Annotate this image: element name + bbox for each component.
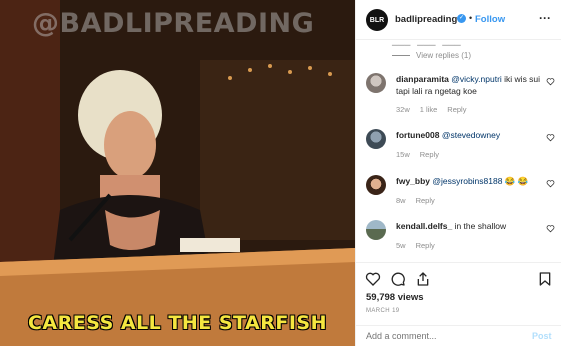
like-heart-icon[interactable] bbox=[546, 224, 555, 233]
comment-username[interactable]: kendall.delfs_ bbox=[396, 221, 452, 231]
commenter-avatar[interactable] bbox=[366, 129, 386, 149]
comment-mention[interactable]: @stevedowney bbox=[442, 130, 500, 140]
comment-mention[interactable]: @vicky.nputri bbox=[451, 74, 502, 84]
comment-body: 😂 😂 bbox=[502, 176, 529, 186]
post-date: MARCH 19 bbox=[366, 308, 400, 314]
comment-time: 5w bbox=[396, 241, 406, 250]
action-bar bbox=[356, 262, 561, 292]
comment-username[interactable]: fortune008 bbox=[396, 130, 439, 140]
comment-reply-button[interactable]: Reply bbox=[416, 241, 435, 250]
add-comment-input[interactable] bbox=[366, 331, 516, 341]
comment-time: 32w bbox=[396, 105, 410, 114]
comment-icon[interactable] bbox=[390, 271, 406, 287]
comment-time: 8w bbox=[396, 196, 406, 205]
comment-username[interactable]: fwy_bby bbox=[396, 176, 430, 186]
like-heart-icon[interactable] bbox=[546, 133, 555, 142]
commenter-avatar[interactable] bbox=[366, 175, 386, 195]
comment-username[interactable]: dianparamita bbox=[396, 74, 449, 84]
like-heart-icon[interactable] bbox=[546, 77, 555, 86]
separator-dot: • bbox=[469, 13, 473, 23]
more-options-icon[interactable]: ··· bbox=[539, 11, 551, 25]
watermark: @BADLIPREADING bbox=[32, 8, 315, 39]
video-caption: CARESS ALL THE STARFISH bbox=[27, 312, 327, 334]
comment-meta: 15w Reply bbox=[396, 150, 449, 159]
reply-line bbox=[392, 55, 410, 57]
video-player[interactable]: @BADLIPREADING CARESS ALL THE STARFISH bbox=[0, 0, 355, 346]
add-comment-bar: Post bbox=[356, 325, 561, 346]
bookmark-icon[interactable] bbox=[537, 271, 553, 287]
comment-meta: 32w 1 like Reply bbox=[396, 105, 476, 114]
post-button[interactable]: Post bbox=[532, 331, 552, 341]
view-replies-label: View replies (1) bbox=[416, 51, 471, 60]
comments-list[interactable]: ▁▁▁ ▁▁▁ ▁▁▁ View replies (1) dianparamit… bbox=[356, 40, 561, 258]
cut-off-meta: ▁▁▁ ▁▁▁ ▁▁▁ bbox=[392, 40, 461, 46]
commenter-avatar[interactable] bbox=[366, 220, 386, 240]
video-frame bbox=[0, 0, 355, 346]
comment-time: 15w bbox=[396, 150, 410, 159]
comment-mention[interactable]: @jessyrobins8188 bbox=[432, 176, 502, 186]
like-icon[interactable] bbox=[365, 271, 381, 287]
avatar[interactable]: BLR bbox=[366, 9, 388, 31]
verified-badge-icon: ✓ bbox=[457, 14, 466, 23]
view-count[interactable]: 59,798 views bbox=[366, 292, 424, 303]
like-heart-icon[interactable] bbox=[546, 179, 555, 188]
comment-likes[interactable]: 1 like bbox=[420, 105, 438, 114]
comment-text: dianparamita @vicky.nputri iki wis sui t… bbox=[396, 73, 541, 97]
commenter-avatar[interactable] bbox=[366, 73, 386, 93]
comment-reply-button[interactable]: Reply bbox=[420, 150, 439, 159]
share-icon[interactable] bbox=[415, 271, 431, 287]
comment-reply-button[interactable]: Reply bbox=[416, 196, 435, 205]
comment-meta: 5w Reply bbox=[396, 241, 445, 250]
comment-text: kendall.delfs_ in the shallow bbox=[396, 220, 541, 232]
comment-meta: 8w Reply bbox=[396, 196, 445, 205]
username-link[interactable]: badlipreading bbox=[395, 14, 457, 25]
post-panel: BLR badlipreading ✓ • Follow ··· ▁▁▁ ▁▁▁… bbox=[355, 0, 561, 346]
view-replies-button[interactable]: View replies (1) bbox=[392, 51, 471, 60]
comment-reply-button[interactable]: Reply bbox=[447, 105, 466, 114]
comment-body: in the shallow bbox=[452, 221, 507, 231]
comment-text: fortune008 @stevedowney bbox=[396, 129, 541, 141]
comment-text: fwy_bby @jessyrobins8188 😂 😂 bbox=[396, 175, 541, 187]
post-header: BLR badlipreading ✓ • Follow ··· bbox=[356, 0, 561, 40]
follow-button[interactable]: Follow bbox=[475, 14, 505, 25]
